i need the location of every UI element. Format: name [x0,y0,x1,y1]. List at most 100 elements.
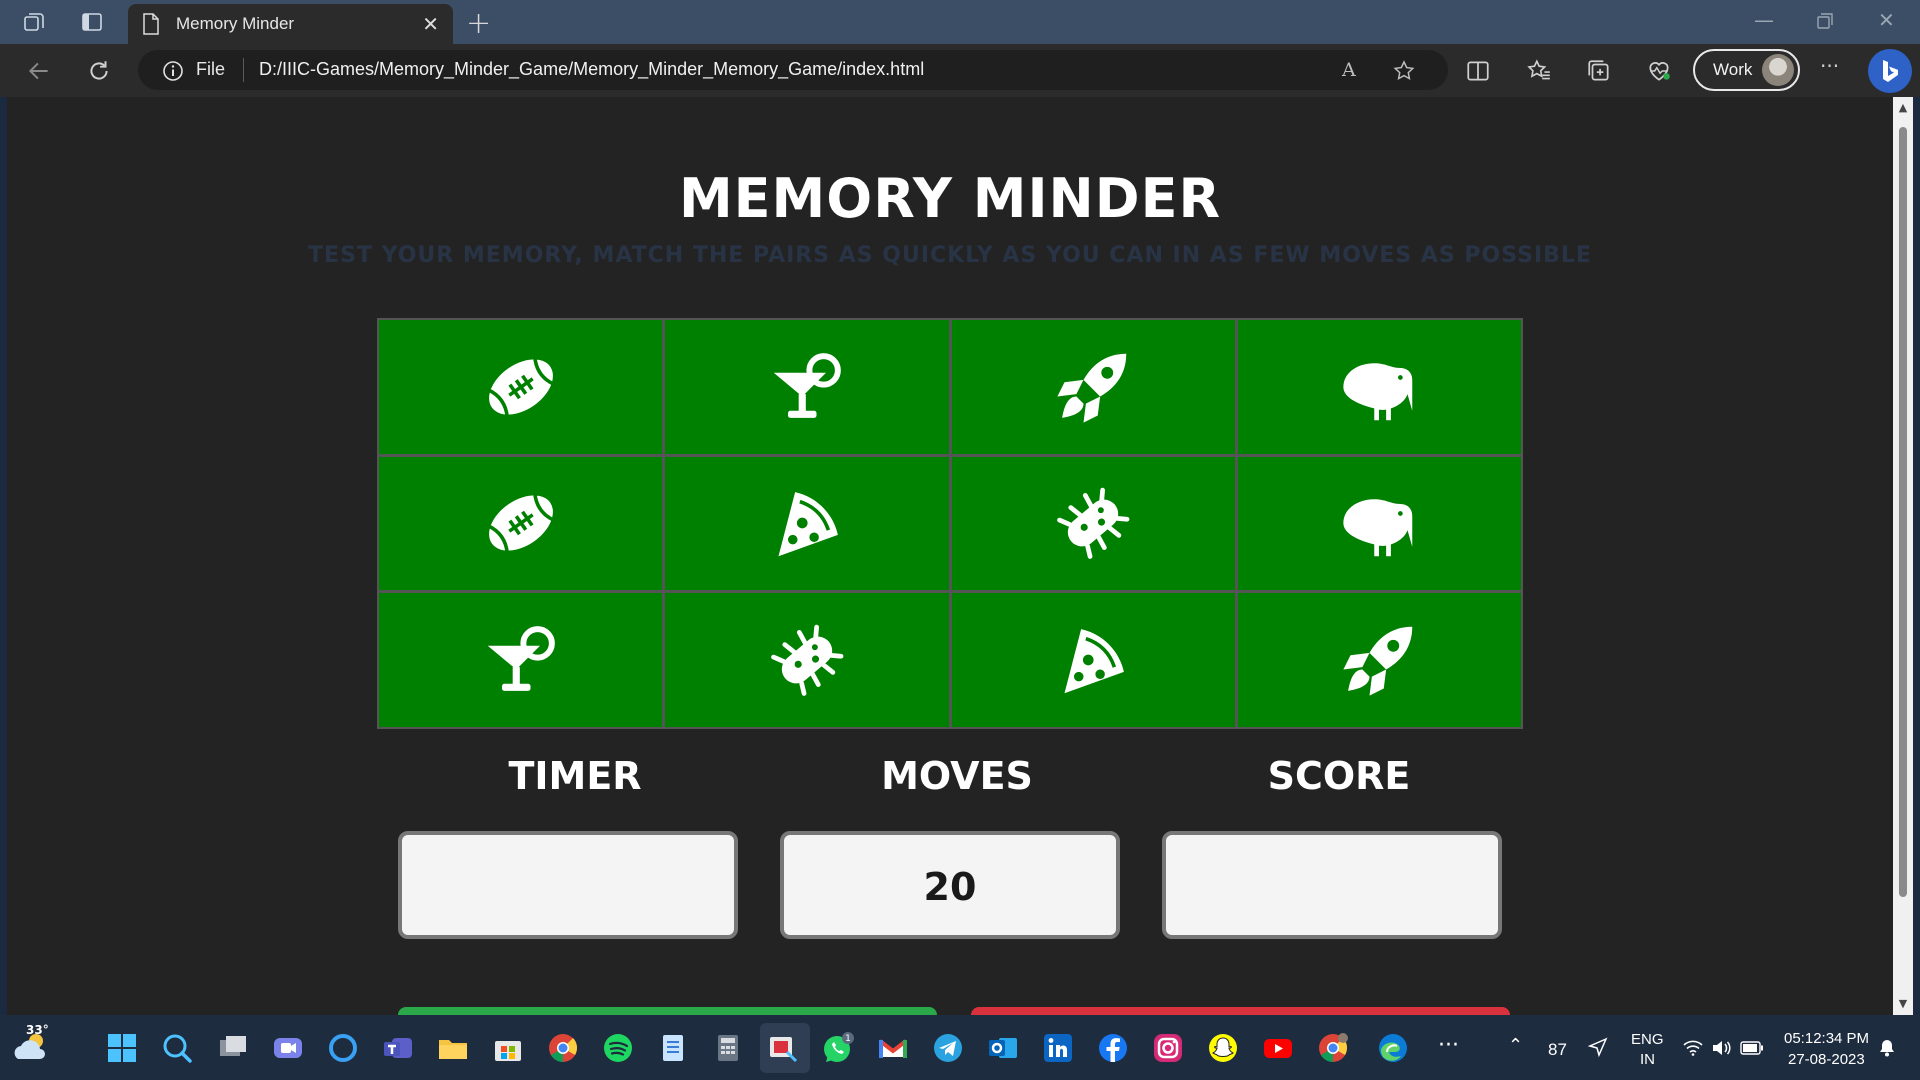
memory-card[interactable] [1237,456,1521,591]
url-text[interactable]: D:/IIIC-Games/Memory_Minder_Game/Memory_… [259,59,924,80]
edge-icon[interactable] [1377,1032,1409,1064]
volume-icon[interactable] [1711,1040,1731,1056]
cocktail-icon [487,626,555,692]
memory-card[interactable] [665,593,949,727]
battery-icon[interactable] [1740,1041,1764,1055]
profile-button[interactable]: Work [1693,49,1800,91]
moves-value: 20 [923,865,977,909]
timer-label: TIMER [508,754,642,798]
memory-card[interactable] [379,320,663,454]
favorite-star-icon[interactable] [1392,59,1416,83]
memory-card[interactable] [1237,593,1521,727]
chrome-icon[interactable] [547,1032,579,1064]
chrome-profile-icon[interactable] [1317,1032,1349,1064]
tab-actions-icon[interactable] [80,10,104,34]
memory-card[interactable] [951,456,1235,591]
windows-start-icon[interactable] [106,1032,138,1064]
football-icon [486,493,555,554]
profile-label: Work [1713,60,1753,79]
tab-title: Memory Minder [176,14,295,33]
workspaces-icon[interactable] [22,10,46,34]
browser-toolbar: File D:/IIIC-Games/Memory_Minder_Game/Me… [0,44,1920,97]
score-display [1162,831,1502,939]
bing-copilot-button[interactable] [1868,49,1912,93]
language-indicator-line2: IN [1640,1051,1655,1068]
spotify-icon[interactable] [602,1032,634,1064]
scroll-thumb[interactable] [1899,127,1907,897]
moves-label: MOVES [881,754,1033,798]
calculator-icon[interactable] [712,1032,744,1064]
memory-card[interactable] [665,320,949,454]
page-scrollbar[interactable]: ▲ ▼ [1893,97,1913,1015]
read-aloud-icon[interactable]: A [1342,59,1366,83]
youtube-icon[interactable] [1262,1032,1294,1064]
facebook-icon[interactable] [1097,1032,1129,1064]
football-icon [486,356,555,418]
linkedin-icon[interactable] [1042,1032,1074,1064]
whatsapp-badge: 1 [845,1034,851,1044]
instagram-icon[interactable] [1152,1032,1184,1064]
more-options-button[interactable]: ··· [1820,54,1846,80]
microsoft-store-icon[interactable] [492,1032,524,1064]
show-hidden-icons-chevron-icon[interactable]: ⌃ [1508,1035,1523,1056]
reset-button[interactable] [971,1007,1510,1015]
tab-close-button[interactable]: ✕ [422,12,439,36]
snipping-tool-icon[interactable] [767,1032,799,1064]
teams-icon[interactable] [382,1032,414,1064]
browser-titlebar: Memory Minder ✕ + — ✕ [0,0,1920,44]
rocket-icon [1343,626,1413,696]
clock-time[interactable]: 05:12:34 PM [1784,1030,1869,1047]
page-icon [143,13,159,35]
telegram-icon[interactable] [932,1032,964,1064]
url-divider [243,58,244,82]
page-title: MEMORY MINDER [678,167,1222,230]
wifi-icon[interactable] [1683,1040,1703,1056]
battery-percent: 87 [1548,1040,1567,1059]
refresh-icon[interactable] [86,58,112,84]
page-viewport: MEMORY MINDER TEST YOUR MEMORY, MATCH TH… [7,97,1893,1015]
outlook-icon[interactable] [987,1032,1019,1064]
memory-card[interactable] [665,456,949,591]
memory-card[interactable] [951,320,1235,454]
address-bar[interactable]: File D:/IIIC-Games/Memory_Minder_Game/Me… [138,50,1448,90]
whatsapp-icon[interactable]: 1 [822,1032,854,1064]
scroll-down-arrow[interactable]: ▼ [1896,997,1910,1010]
memory-card[interactable] [1237,320,1521,454]
pizza-slice-icon [778,492,838,557]
favorites-icon[interactable] [1526,58,1552,84]
task-view-icon[interactable] [217,1032,249,1064]
cocktail-icon [773,352,841,418]
card-grid [377,318,1523,729]
search-icon[interactable] [161,1032,193,1064]
scroll-up-arrow[interactable]: ▲ [1896,101,1910,114]
language-indicator-line1[interactable]: ENG [1631,1031,1664,1048]
start-button[interactable] [398,1007,937,1015]
browser-essentials-icon[interactable] [1646,58,1672,84]
location-arrow-icon[interactable] [1588,1037,1608,1057]
memory-card[interactable] [379,593,663,727]
file-label: File [196,59,226,79]
tab-memory-minder[interactable]: Memory Minder ✕ [128,4,453,44]
teams-meet-icon[interactable] [272,1032,304,1064]
new-tab-button[interactable]: + [466,6,491,41]
notifications-icon[interactable] [1876,1036,1898,1058]
minimize-button[interactable]: — [1754,8,1774,32]
snapchat-icon[interactable] [1207,1032,1239,1064]
restore-button[interactable] [1816,12,1834,30]
moves-display: 20 [780,831,1120,939]
more-apps-button[interactable]: ··· [1438,1033,1459,1058]
split-screen-icon[interactable] [1465,58,1491,84]
back-icon[interactable] [26,58,52,84]
cortana-icon[interactable] [327,1032,359,1064]
collections-icon[interactable] [1586,58,1612,84]
gmail-icon[interactable] [877,1032,909,1064]
site-info-icon[interactable] [162,60,184,82]
notepad-icon[interactable] [657,1032,689,1064]
memory-card[interactable] [951,593,1235,727]
file-explorer-icon[interactable] [437,1032,469,1064]
clock-date: 27-08-2023 [1788,1051,1865,1068]
rocket-icon [1057,353,1127,423]
page-subtitle: TEST YOUR MEMORY, MATCH THE PAIRS AS QUI… [308,243,1592,268]
close-window-button[interactable]: ✕ [1878,8,1895,32]
memory-card[interactable] [379,456,663,591]
